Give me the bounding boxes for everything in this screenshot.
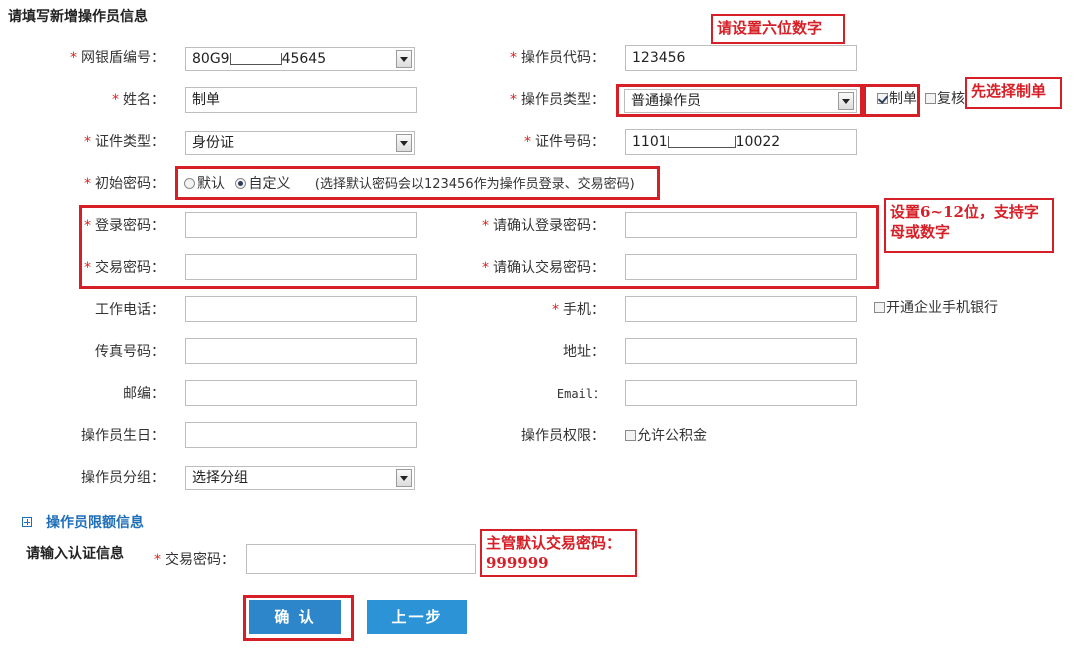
usbkey-no-label-text: 网银盾编号： bbox=[81, 50, 165, 66]
annotation-choose-maker: 先选择制单 bbox=[965, 77, 1062, 109]
role-checker-option[interactable]: 复核 bbox=[925, 90, 965, 108]
required-mark: * bbox=[510, 50, 517, 66]
email-input[interactable] bbox=[625, 380, 857, 406]
required-mark: * bbox=[510, 92, 517, 108]
usbkey-no-label: * 网银盾编号： bbox=[40, 45, 165, 71]
postcode-input[interactable] bbox=[185, 380, 417, 406]
init-password-label-text: 初始密码： bbox=[95, 176, 165, 192]
required-mark: * bbox=[112, 92, 119, 108]
checkbox-icon[interactable] bbox=[925, 93, 936, 104]
masked-region bbox=[667, 136, 736, 148]
usbkey-no-select[interactable]: 80G9 45645 bbox=[185, 47, 415, 71]
birthday-input[interactable] bbox=[185, 422, 417, 448]
page-title: 请填写新增操作员信息 bbox=[8, 9, 148, 25]
required-mark: * bbox=[524, 134, 531, 150]
required-mark: * bbox=[84, 176, 91, 192]
back-button[interactable]: 上一步 bbox=[367, 600, 467, 634]
highlight-confirm-button bbox=[243, 595, 354, 641]
permission-fund-option[interactable]: 允许公积金 bbox=[625, 427, 707, 445]
email-label: Email： bbox=[556, 387, 605, 401]
dropdown-arrow-icon[interactable] bbox=[396, 469, 412, 487]
highlight-init-password bbox=[175, 166, 660, 200]
permission-fund-label: 允许公积金 bbox=[637, 428, 707, 444]
id-number-prefix: 1101 bbox=[632, 134, 668, 150]
id-type-label: * 证件类型： bbox=[40, 129, 165, 155]
id-type-label-text: 证件类型： bbox=[95, 134, 165, 150]
limit-section-toggle[interactable]: 操作员限额信息 bbox=[22, 512, 144, 532]
id-type-value: 身份证 bbox=[192, 135, 234, 151]
mobile-banking-label: 开通企业手机银行 bbox=[886, 300, 998, 316]
operator-type-label: * 操作员类型： bbox=[460, 87, 605, 113]
auth-section-title: 请输入认证信息 bbox=[26, 546, 124, 562]
usbkey-no-prefix: 80G9 bbox=[192, 51, 230, 67]
required-mark: * bbox=[552, 302, 559, 318]
mobile-input[interactable] bbox=[625, 296, 857, 322]
highlight-role-maker bbox=[863, 84, 920, 117]
annotation-supervisor-password: 主管默认交易密码：999999 bbox=[480, 529, 637, 577]
mobile-banking-option[interactable]: 开通企业手机银行 bbox=[874, 299, 998, 317]
required-mark: * bbox=[84, 134, 91, 150]
fax-label: 传真号码： bbox=[95, 344, 165, 360]
postcode-label: 邮编： bbox=[123, 386, 165, 402]
fax-input[interactable] bbox=[185, 338, 417, 364]
init-password-label: * 初始密码： bbox=[40, 171, 165, 197]
address-label: 地址： bbox=[563, 344, 605, 360]
work-phone-label: 工作电话： bbox=[95, 302, 165, 318]
mobile-label-text: 手机： bbox=[563, 302, 605, 318]
limit-section-label[interactable]: 操作员限额信息 bbox=[46, 515, 144, 531]
group-select[interactable]: 选择分组 bbox=[185, 466, 415, 490]
masked-region bbox=[229, 53, 282, 65]
operator-code-label-text: 操作员代码： bbox=[521, 50, 605, 66]
operator-code-label: * 操作员代码： bbox=[460, 45, 605, 71]
id-number-input[interactable]: 1101 10022 bbox=[625, 129, 857, 155]
annotation-password-rule: 设置6~12位，支持字母或数字 bbox=[884, 198, 1054, 253]
required-mark: * bbox=[70, 50, 77, 66]
mobile-label: * 手机： bbox=[460, 297, 605, 323]
work-phone-input[interactable] bbox=[185, 296, 417, 322]
permission-label: 操作员权限： bbox=[521, 428, 605, 444]
name-label-text: 姓名： bbox=[123, 92, 165, 108]
expand-plus-icon[interactable] bbox=[22, 517, 32, 527]
id-type-select[interactable]: 身份证 bbox=[185, 131, 415, 155]
checkbox-icon[interactable] bbox=[874, 302, 885, 313]
address-input[interactable] bbox=[625, 338, 857, 364]
operator-code-input[interactable]: 123456 bbox=[625, 45, 857, 71]
annotation-six-digits: 请设置六位数字 bbox=[711, 14, 845, 44]
auth-trade-password-label: * 交易密码： bbox=[140, 547, 235, 573]
id-number-label: * 证件号码： bbox=[460, 129, 605, 155]
auth-trade-password-input[interactable] bbox=[246, 544, 476, 574]
group-label: 操作员分组： bbox=[81, 470, 165, 486]
group-value: 选择分组 bbox=[192, 470, 248, 486]
dropdown-arrow-icon[interactable] bbox=[396, 134, 412, 152]
highlight-password-fields bbox=[79, 205, 879, 289]
role-checker-label: 复核 bbox=[937, 91, 965, 107]
id-number-label-text: 证件号码： bbox=[535, 134, 605, 150]
usbkey-no-suffix: 45645 bbox=[281, 51, 327, 67]
highlight-operator-type bbox=[616, 84, 863, 117]
operator-type-label-text: 操作员类型： bbox=[521, 92, 605, 108]
name-input[interactable]: 制单 bbox=[185, 87, 417, 113]
required-mark: * bbox=[154, 552, 161, 568]
id-number-suffix: 10022 bbox=[735, 134, 781, 150]
checkbox-icon[interactable] bbox=[625, 430, 636, 441]
name-label: * 姓名： bbox=[40, 87, 165, 113]
auth-trade-password-label-text: 交易密码： bbox=[165, 552, 235, 568]
dropdown-arrow-icon[interactable] bbox=[396, 50, 412, 68]
birthday-label: 操作员生日： bbox=[81, 428, 165, 444]
